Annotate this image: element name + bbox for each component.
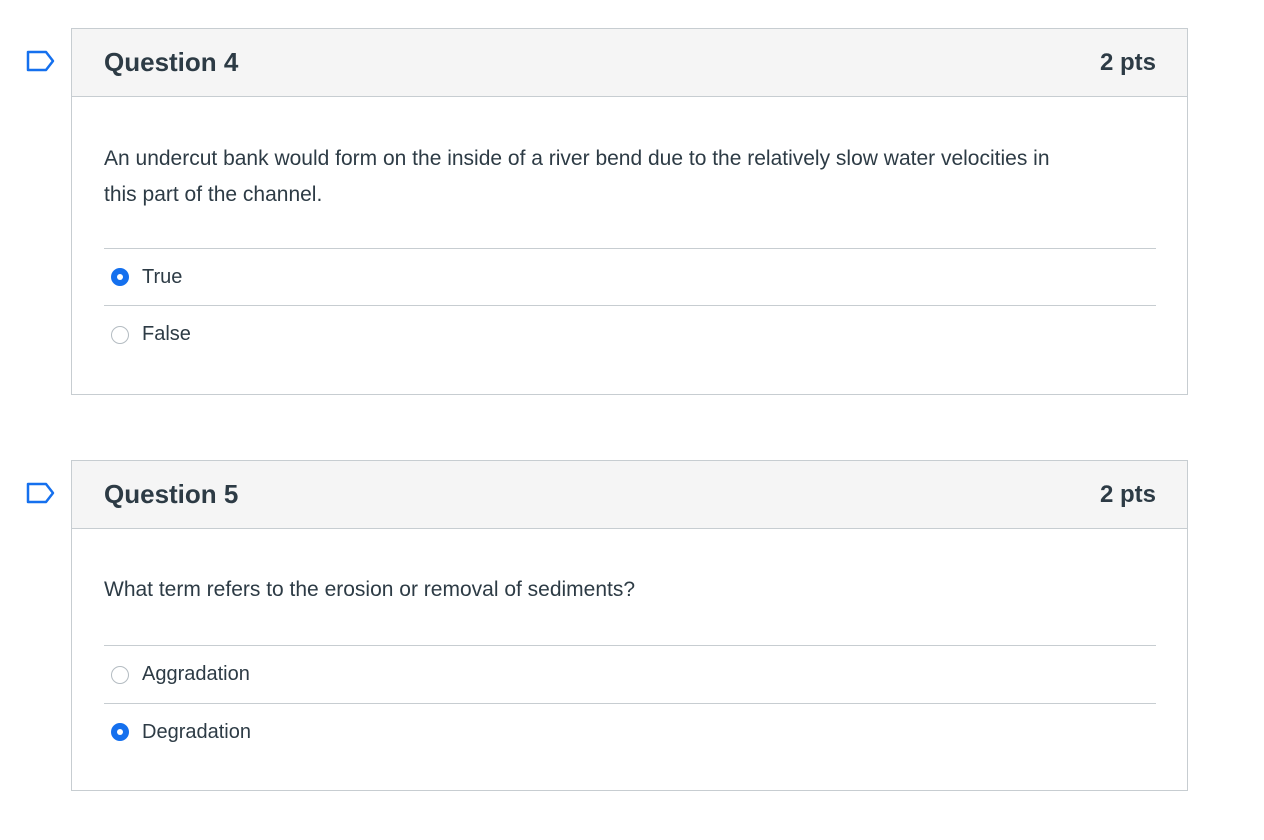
question-text: An undercut bank would form on the insid… bbox=[104, 147, 1050, 206]
answer-option-aggradation[interactable]: Aggradation bbox=[104, 646, 1156, 704]
question-points: 2 pts bbox=[1099, 480, 1156, 508]
question-text: What term refers to the erosion or remov… bbox=[104, 578, 636, 601]
question-header: Question 5 2 pts bbox=[72, 461, 1187, 529]
question-5-card: Question 5 2 pts What term refers to the… bbox=[71, 460, 1188, 791]
answer-option-degradation[interactable]: Degradation bbox=[104, 704, 1156, 760]
flag-question-4-icon[interactable] bbox=[26, 50, 56, 72]
answer-list: True False bbox=[104, 248, 1156, 363]
answer-label: Aggradation bbox=[142, 663, 250, 685]
question-points: 2 pts bbox=[1099, 48, 1156, 76]
radio-selected-icon[interactable] bbox=[111, 723, 129, 741]
answer-label: False bbox=[142, 323, 191, 345]
radio-unselected-icon[interactable] bbox=[111, 665, 129, 684]
answer-list: Aggradation Degradation bbox=[104, 645, 1156, 760]
question-header: Question 4 2 pts bbox=[72, 29, 1187, 97]
answer-label: True bbox=[142, 265, 183, 288]
radio-unselected-icon[interactable] bbox=[111, 325, 129, 344]
question-4-card: Question 4 2 pts An undercut bank would … bbox=[71, 28, 1188, 395]
answer-option-false[interactable]: False bbox=[104, 306, 1156, 363]
answer-option-true[interactable]: True bbox=[104, 249, 1156, 306]
question-title: Question 5 bbox=[104, 479, 239, 509]
radio-selected-icon[interactable] bbox=[111, 268, 129, 286]
flag-question-5-icon[interactable] bbox=[26, 482, 56, 504]
answer-label: Degradation bbox=[142, 720, 251, 743]
question-title: Question 4 bbox=[104, 47, 239, 77]
